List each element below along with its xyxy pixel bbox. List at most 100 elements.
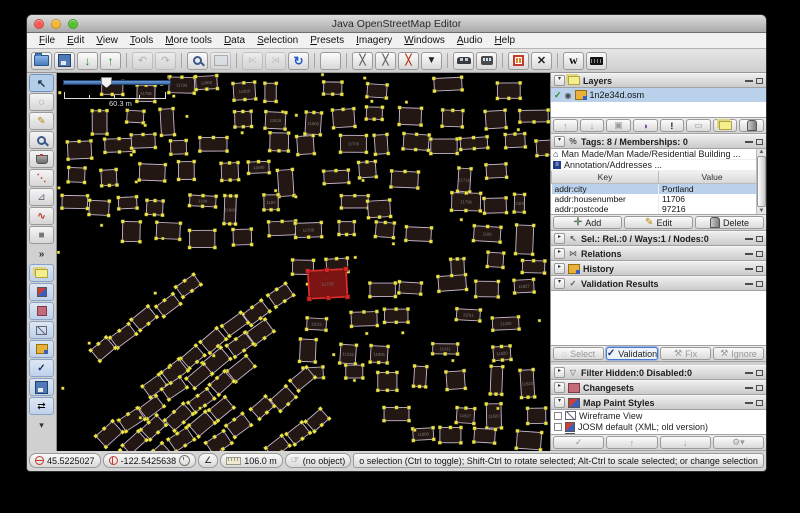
longitude-field[interactable]: -122.5425638 — [103, 453, 197, 468]
update-data-button[interactable]: ↻ — [288, 52, 309, 70]
style-menu-button[interactable]: ⚙▾ — [713, 436, 764, 449]
save-button[interactable] — [54, 52, 75, 70]
panel-header-selection[interactable]: ▸↖Sel.: Rel.:0 / Ways:1 / Nodes:0 — [551, 231, 766, 246]
sticky-pin-icon[interactable] — [745, 383, 753, 389]
menu-edit[interactable]: Edit — [61, 35, 90, 46]
menu-audio[interactable]: Audio — [451, 35, 489, 46]
open-file-button[interactable] — [31, 52, 52, 70]
zoom-slider[interactable] — [63, 78, 169, 85]
collapse-panel-icon[interactable]: ▸ — [554, 367, 565, 378]
toggle-tags-dialog-button[interactable] — [29, 283, 54, 301]
sticky-pin-icon[interactable] — [745, 398, 753, 404]
plugin-hand-button[interactable]: ▼ — [421, 52, 442, 70]
collapse-panel-icon[interactable]: ▾ — [554, 278, 565, 289]
heading-field[interactable]: ∠ — [198, 453, 218, 468]
selected-building[interactable]: 11706 — [305, 267, 350, 302]
collapse-panel-icon[interactable]: ▾ — [554, 136, 565, 147]
tag-row-addr-housenumber[interactable]: addr:housenumber11706 — [552, 194, 766, 204]
tool-pick-3-button[interactable]: ╳ — [398, 52, 419, 70]
sticky-pin-icon[interactable] — [745, 264, 753, 270]
more-tools-button[interactable]: » — [29, 245, 54, 263]
close-panel-icon[interactable] — [756, 400, 763, 406]
delete-tool-button[interactable] — [29, 150, 54, 168]
scroll-up-icon[interactable]: ▲ — [759, 149, 765, 155]
delete-mode-button[interactable]: ✕ — [531, 52, 552, 70]
menu-windows[interactable]: Windows — [398, 35, 451, 46]
sticky-pin-icon[interactable] — [745, 76, 753, 82]
toggle-layers-dialog-button[interactable] — [29, 264, 54, 282]
scroll-down-icon[interactable]: ▼ — [759, 208, 765, 214]
style-row-wireframe-view[interactable]: Wireframe View — [551, 410, 766, 421]
tag-value[interactable]: Portland — [659, 184, 766, 195]
tag-value[interactable]: 11706 — [659, 194, 766, 204]
toggle-selection-dialog-button[interactable] — [29, 302, 54, 320]
collapse-panel-icon[interactable]: ▸ — [554, 382, 565, 393]
panel-header-layers[interactable]: ▾Layers — [551, 73, 766, 88]
validation-button[interactable]: ✓Validation — [606, 347, 658, 360]
tags-scrollbar[interactable]: ▲ ▼ — [756, 149, 766, 214]
duplicate-layer-button[interactable] — [713, 119, 738, 132]
tags-table[interactable]: Key Value addr:cityPortlandaddr:housenum… — [551, 171, 766, 214]
menu-presets[interactable]: Presets — [304, 35, 350, 46]
map-canvas[interactable]: 1170611234118001180011620118001170611640… — [57, 73, 550, 451]
draw-node-tool-button[interactable]: ✎ — [29, 112, 54, 130]
scrollbar-thumb[interactable] — [757, 156, 766, 207]
menu-imagery[interactable]: Imagery — [350, 35, 398, 46]
close-panel-icon[interactable] — [756, 266, 763, 272]
menu-file[interactable]: File — [33, 35, 61, 46]
menu-tools[interactable]: Tools — [124, 35, 159, 46]
lasso-tool-button[interactable]: ◌ — [29, 93, 54, 111]
upload-data-button[interactable]: ↑ — [100, 52, 121, 70]
close-panel-icon[interactable] — [756, 78, 763, 84]
close-panel-icon[interactable] — [756, 139, 763, 145]
panel-header-mappaint[interactable]: ▾Map Paint Styles — [551, 395, 766, 410]
menu-view[interactable]: View — [90, 35, 124, 46]
panel-header-changesets[interactable]: ▸Changesets — [551, 380, 766, 395]
sticky-pin-icon[interactable] — [745, 368, 753, 374]
layer-visible-eye-icon[interactable]: ◉ — [565, 91, 572, 100]
extrude-tool-button[interactable]: ■ — [29, 226, 54, 244]
style-checkbox[interactable] — [554, 412, 562, 420]
tag-row-addr-postcode[interactable]: addr:postcode97216 — [552, 204, 766, 214]
split-way-tool-button[interactable]: ⋱ — [29, 169, 54, 187]
tool-pick-2-button[interactable]: ╳ — [375, 52, 396, 70]
wikipedia-button[interactable]: w — [563, 52, 584, 70]
tag-key[interactable]: addr:postcode — [552, 204, 659, 214]
edit-tag-button[interactable]: ✎Edit — [624, 216, 693, 229]
close-panel-icon[interactable] — [756, 281, 763, 287]
tags-column-value[interactable]: Value — [659, 171, 766, 184]
latitude-field[interactable]: 45.5225027 — [29, 453, 101, 468]
angle-tool-button[interactable]: ⊿ — [29, 188, 54, 206]
zoom-to-selection-button[interactable] — [187, 52, 208, 70]
map-data-layer[interactable]: 1170611234118001180011620118001170611640… — [57, 73, 550, 451]
collapse-panel-icon[interactable]: ▾ — [554, 75, 565, 86]
collapse-panel-icon[interactable]: ▾ — [554, 397, 565, 408]
collapse-panel-icon[interactable]: ▸ — [554, 263, 565, 274]
menu-selection[interactable]: Selection — [251, 35, 304, 46]
close-panel-icon[interactable] — [756, 385, 763, 391]
close-panel-icon[interactable] — [756, 370, 763, 376]
download-data-button[interactable]: ↓ — [77, 52, 98, 70]
zoom-tool-button[interactable] — [29, 131, 54, 149]
terracer-button[interactable] — [586, 52, 607, 70]
toggle-relations-dialog-button[interactable] — [29, 321, 54, 339]
add-tag-button[interactable]: ✛Add — [553, 216, 622, 229]
close-panel-icon[interactable] — [756, 236, 763, 242]
select-tool-button[interactable]: ↖ — [29, 74, 54, 92]
toggle-history-dialog-button[interactable] — [29, 340, 54, 358]
preset-row-building[interactable]: ⌂ Man Made/Man Made/Residential Building… — [551, 149, 766, 160]
sticky-pin-icon[interactable] — [745, 137, 753, 143]
panel-header-filter[interactable]: ▸▽Filter Hidden:0 Disabled:0 — [551, 365, 766, 380]
tool-pick-1-button[interactable]: ╳ — [352, 52, 373, 70]
layers-list[interactable]: ✓ ◉ 1n2e34d.osm — [551, 88, 766, 118]
style-row-josm-default-xml-old-version[interactable]: JOSM default (XML; old version) — [551, 421, 766, 432]
close-panel-icon[interactable] — [756, 251, 763, 257]
zoom-slider-track[interactable] — [63, 80, 171, 85]
hovered-object-field[interactable]: ☞ (no object) — [285, 453, 352, 468]
layer-visibility-button[interactable]: ◑ — [633, 119, 658, 132]
distance-field[interactable]: 106.0 m — [220, 453, 283, 468]
car-routing-button[interactable] — [453, 52, 474, 70]
empty-slot[interactable] — [320, 52, 341, 70]
sticky-pin-icon[interactable] — [745, 249, 753, 255]
collapse-panel-icon[interactable]: ▸ — [554, 248, 565, 259]
